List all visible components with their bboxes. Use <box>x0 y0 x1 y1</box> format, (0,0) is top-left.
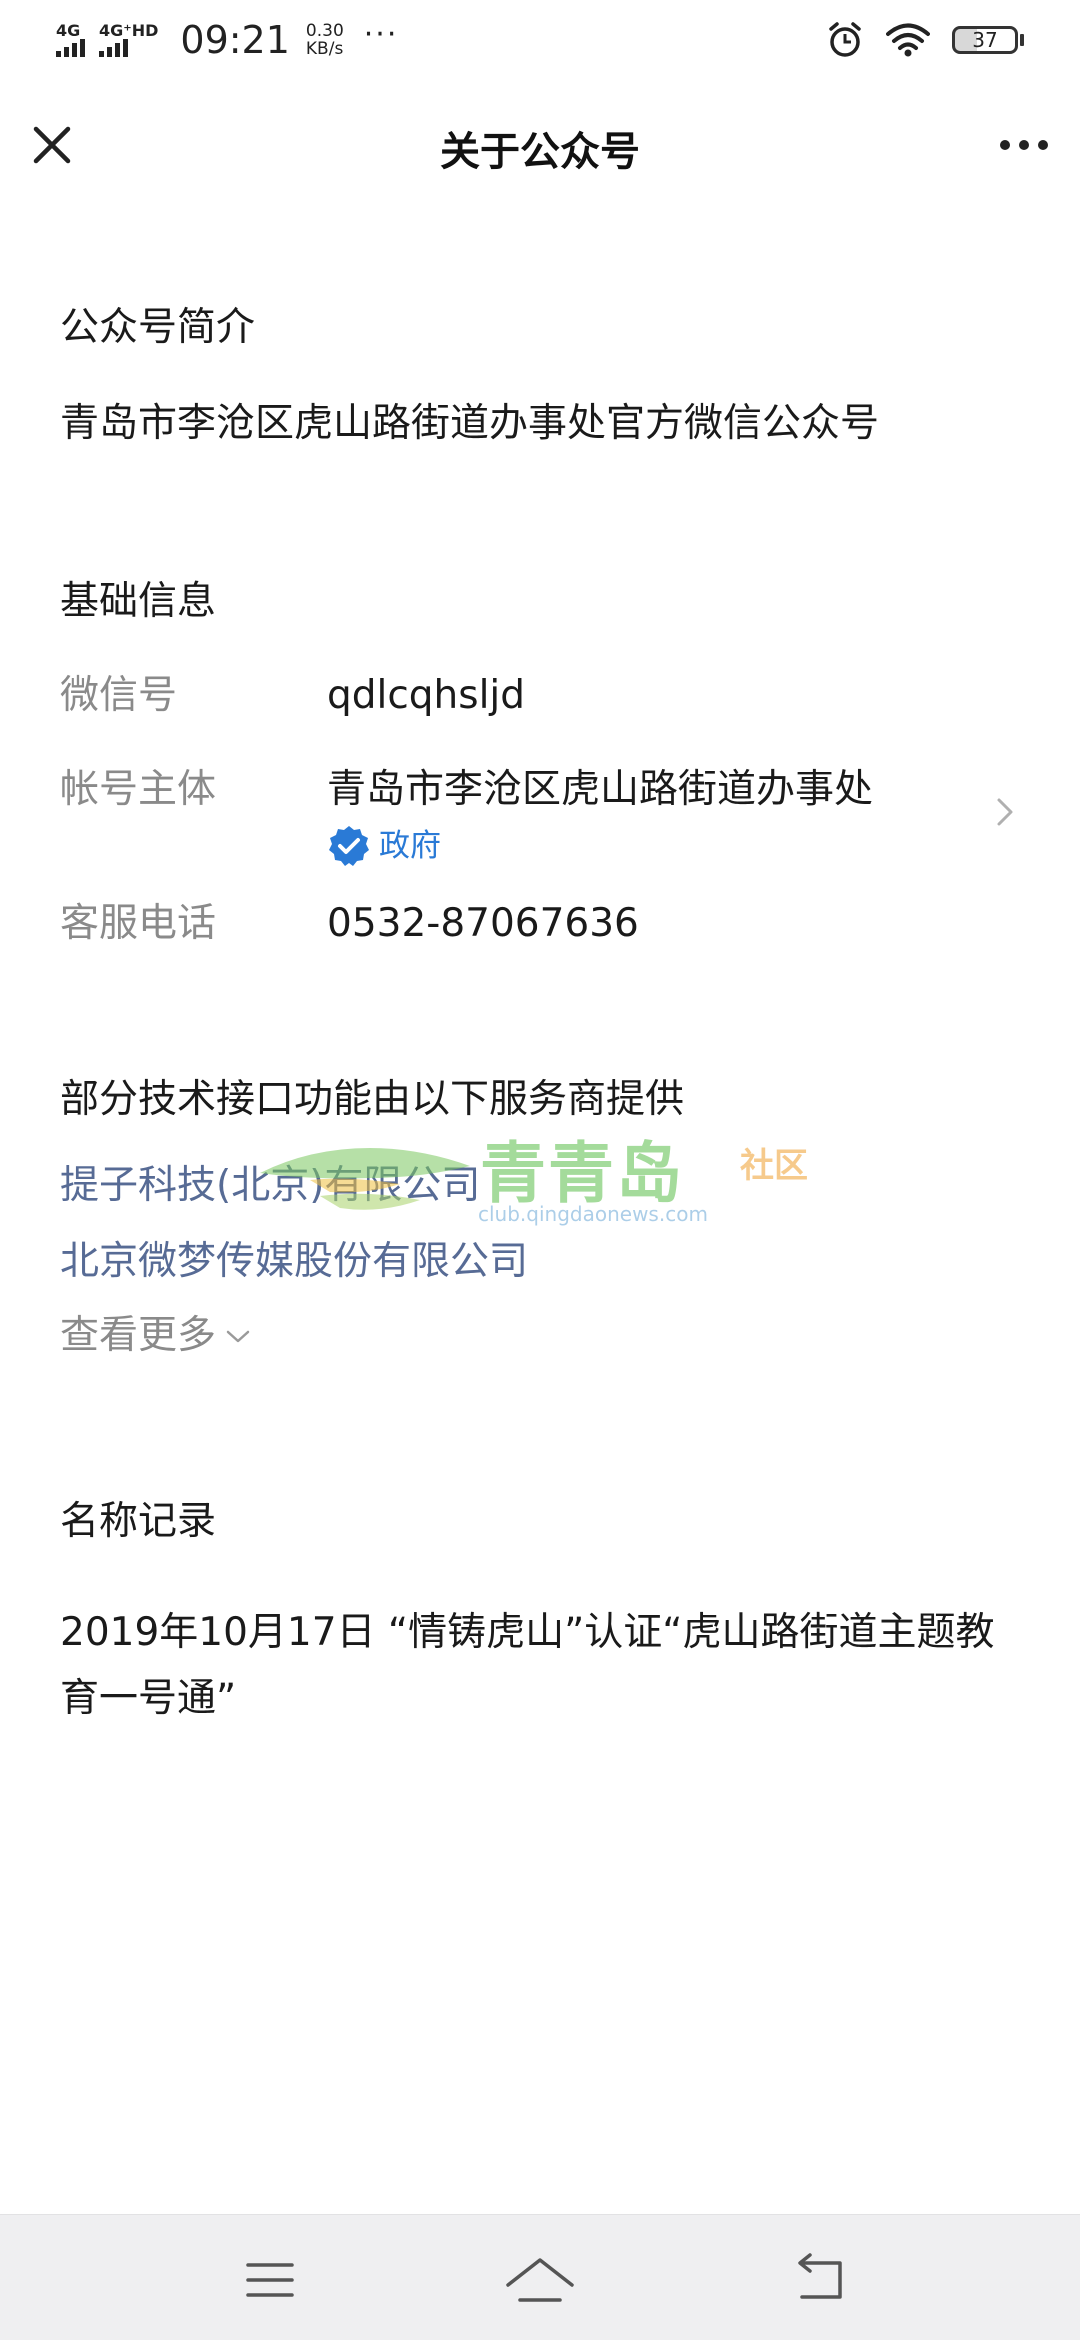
signal-bars-icon <box>99 39 128 57</box>
provider-link-2[interactable]: 北京微梦传媒股份有限公司 <box>60 1234 1020 1290</box>
account-subject-row[interactable]: 帐号主体 青岛市李沧区虎山路街道办事处 政府 <box>60 762 1020 868</box>
providers-title: 部分技术接口功能由以下服务商提供 <box>60 1077 685 1122</box>
wechat-id-row: 微信号 qdlcqhsljd <box>60 668 1020 724</box>
chevron-right-icon <box>997 798 1013 826</box>
wifi-icon <box>886 23 930 57</box>
status-left: 4G 4G⁺HD 09:21 0.30 KB/s ··· <box>56 16 399 62</box>
see-more-button[interactable]: 查看更多 <box>60 1308 1020 1364</box>
see-more-label: 查看更多 <box>60 1313 217 1358</box>
name-record-item: 2019年10月17日 “情铸虎山”认证“虎山路街道主题教育一号通” <box>60 1610 995 1721</box>
signal-2: 4G⁺HD <box>99 23 158 57</box>
nav-bar: 关于公众号 <box>0 95 1080 195</box>
account-subject-label: 帐号主体 <box>60 767 217 812</box>
name-records-title: 名称记录 <box>60 1499 217 1544</box>
intro-text: 青岛市李沧区虎山路街道办事处官方微信公众号 <box>60 401 880 446</box>
wechat-id-label: 微信号 <box>60 673 178 718</box>
battery-icon: 37 <box>952 26 1024 54</box>
status-bar: 4G 4G⁺HD 09:21 0.30 KB/s ··· 37 <box>0 0 1080 80</box>
page-title: 关于公众号 <box>440 129 640 175</box>
speed-unit: KB/s <box>305 39 344 59</box>
menu-icon[interactable] <box>220 2245 320 2315</box>
main-content: 公众号简介 青岛市李沧区虎山路街道办事处官方微信公众号 基础信息 微信号 qdl… <box>60 300 1020 1732</box>
alarm-icon <box>829 22 861 57</box>
wechat-id-value: qdlcqhsljd <box>327 673 526 718</box>
provider-link-1[interactable]: 提子科技(北京)有限公司 <box>60 1158 1020 1214</box>
basic-info-section: 基础信息 微信号 qdlcqhsljd 帐号主体 青岛市李沧区虎山路街道办事处 … <box>60 574 1020 952</box>
basic-info-title: 基础信息 <box>60 579 217 624</box>
battery-level: 37 <box>952 26 1018 54</box>
signal-1: 4G <box>56 23 85 57</box>
network-type-1: 4G <box>56 21 81 40</box>
service-phone-value[interactable]: 0532-87067636 <box>327 896 1020 952</box>
providers-section: 部分技术接口功能由以下服务商提供 提子科技(北京)有限公司 北京微梦传媒股份有限… <box>60 1072 1020 1364</box>
name-records-section: 名称记录 2019年10月17日 “情铸虎山”认证“虎山路街道主题教育一号通” <box>60 1494 1020 1732</box>
account-subject-info: 青岛市李沧区虎山路街道办事处 政府 <box>327 762 1020 868</box>
system-nav-bar <box>0 2214 1080 2340</box>
verified-icon <box>329 826 369 866</box>
intro-title: 公众号简介 <box>60 305 256 350</box>
network-speed: 0.30 KB/s <box>306 22 344 58</box>
government-tag-text: 政府 <box>379 828 441 864</box>
status-more-icon: ··· <box>363 16 399 52</box>
clock: 09:21 <box>180 18 290 62</box>
network-type-2: 4G⁺HD <box>99 21 159 40</box>
speed-value: 0.30 <box>305 21 344 41</box>
status-right: 37 <box>826 21 1024 59</box>
intro-section: 公众号简介 青岛市李沧区虎山路街道办事处官方微信公众号 <box>60 300 1020 452</box>
home-icon[interactable] <box>490 2245 590 2315</box>
service-phone-label: 客服电话 <box>60 901 217 946</box>
service-phone-row: 客服电话 0532-87067636 <box>60 896 1020 952</box>
chevron-down-icon <box>226 1330 250 1343</box>
government-badge: 政府 <box>327 824 1020 868</box>
more-options-icon[interactable] <box>990 115 1060 175</box>
account-subject-value: 青岛市李沧区虎山路街道办事处 <box>327 767 874 812</box>
back-icon[interactable] <box>770 2245 870 2315</box>
signal-bars-icon <box>56 39 85 57</box>
